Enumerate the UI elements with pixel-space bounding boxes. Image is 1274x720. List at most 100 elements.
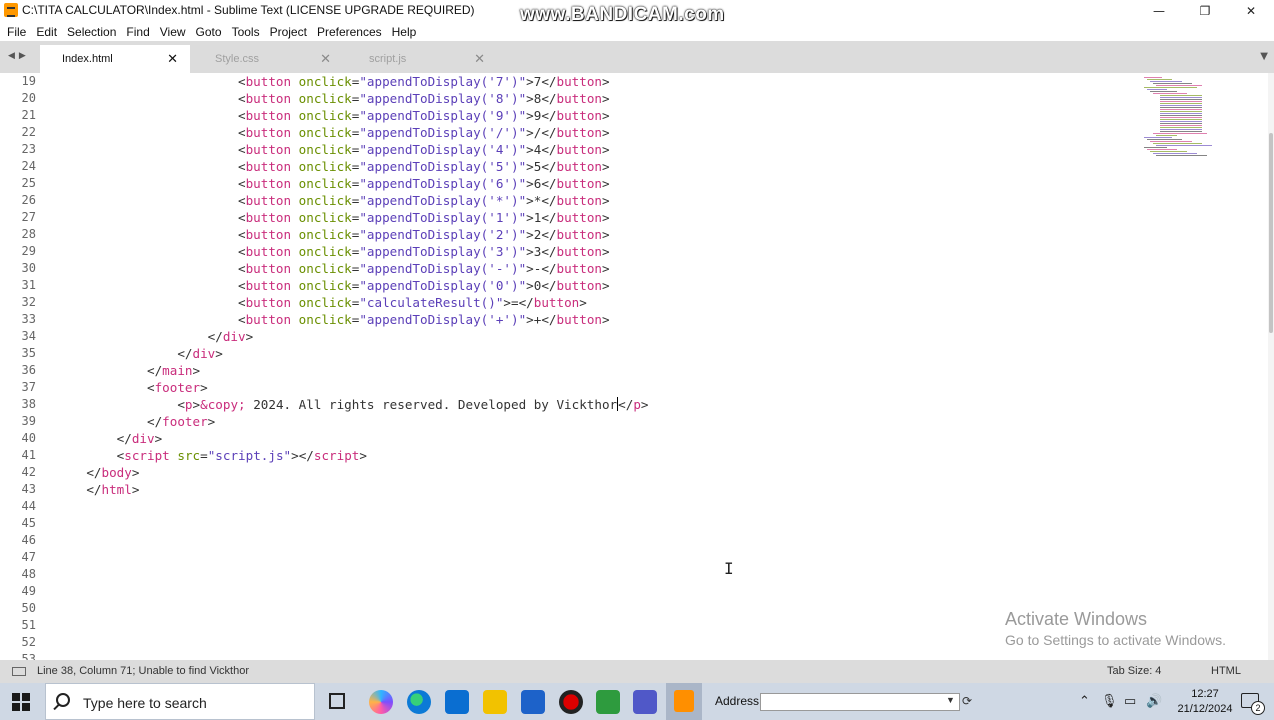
syntax-selector[interactable]: HTML: [1211, 665, 1241, 677]
minimap-line: [1160, 111, 1202, 112]
code-line[interactable]: </body>: [56, 464, 139, 481]
microphone-icon[interactable]: 🎙: [1101, 693, 1118, 709]
code-editor[interactable]: 19 20 21 22 23 24 25 26 27 28 29 30 31 32 33 34 35 36 37 38…: [0, 73, 1274, 660]
line-number: 45: [21, 516, 36, 530]
show-hidden-icons-icon[interactable]: ⌃: [1079, 693, 1090, 709]
code-line[interactable]: </div>: [56, 328, 254, 345]
code-line[interactable]: <button onclick="appendToDisplay('-')">-…: [56, 260, 610, 277]
code-token-tag: button: [556, 91, 603, 106]
tab-style-css[interactable]: Style.css ✕: [193, 45, 343, 73]
code-line[interactable]: <button onclick="appendToDisplay('1')">1…: [56, 209, 610, 226]
code-line[interactable]: <button onclick="appendToDisplay('+')">+…: [56, 311, 610, 328]
code-token-punct: <: [177, 397, 185, 412]
volume-icon[interactable]: 🔊: [1146, 693, 1162, 709]
sublime-taskbar-button[interactable]: [666, 683, 702, 720]
code-line[interactable]: </main>: [56, 362, 200, 379]
code-line[interactable]: <button onclick="appendToDisplay('4')">4…: [56, 141, 610, 158]
microsoft-store-icon[interactable]: [521, 690, 545, 714]
code-line[interactable]: </footer>: [56, 413, 215, 430]
address-dropdown-icon[interactable]: ▼: [946, 695, 955, 705]
scroll-thumb[interactable]: [1269, 133, 1273, 333]
code-line[interactable]: <button onclick="appendToDisplay('7')">7…: [56, 73, 610, 90]
code-token-tag: button: [245, 227, 292, 242]
window-controls: — ❐ ✕: [1136, 0, 1274, 22]
code-token-attr: onclick: [298, 312, 352, 327]
minimap-line: [1160, 119, 1202, 120]
code-line[interactable]: <button onclick="calculateResult()">=</b…: [56, 294, 587, 311]
code-token-tag: footer: [162, 414, 208, 429]
menu-help[interactable]: Help: [387, 25, 422, 39]
code-token-tag: button: [556, 244, 603, 259]
code-line[interactable]: </html>: [56, 481, 139, 498]
code-token-punct: >: [602, 108, 610, 123]
tab-label: Index.html: [62, 53, 113, 65]
code-line[interactable]: <script src="script.js"></script>: [56, 447, 367, 464]
minimize-button[interactable]: —: [1136, 0, 1182, 22]
code-line[interactable]: <button onclick="appendToDisplay('2')">2…: [56, 226, 610, 243]
teams-icon[interactable]: [633, 690, 657, 714]
address-label: Address: [715, 694, 760, 708]
address-input[interactable]: [760, 693, 960, 711]
code-line[interactable]: </div>: [56, 430, 163, 447]
code-line[interactable]: <p>&copy; 2024. All rights reserved. Dev…: [56, 396, 649, 413]
menu-selection[interactable]: Selection: [62, 25, 121, 39]
code-line[interactable]: <footer>: [56, 379, 208, 396]
code-line[interactable]: <button onclick="appendToDisplay('*')">*…: [56, 192, 610, 209]
code-line[interactable]: </div>: [56, 345, 223, 362]
tab-size-selector[interactable]: Tab Size: 4: [1107, 665, 1161, 677]
code-token-str: "appendToDisplay('0')": [359, 278, 527, 293]
mail-icon[interactable]: [445, 690, 469, 714]
code-token-punct: >: [200, 380, 208, 395]
battery-icon[interactable]: ▭: [1124, 693, 1136, 709]
tab-dropdown-icon[interactable]: ▼: [1260, 51, 1268, 62]
code-token-punct: >*</: [526, 193, 557, 208]
code-token-punct: >=</: [503, 295, 534, 310]
bandicam-icon[interactable]: [559, 690, 583, 714]
close-button[interactable]: ✕: [1228, 0, 1274, 22]
tab-index-html[interactable]: Index.html ✕: [40, 45, 190, 73]
file-explorer-icon[interactable]: [483, 690, 507, 714]
tab-nav-arrows-icon[interactable]: ◀▶: [8, 51, 30, 61]
app-green-icon[interactable]: [596, 690, 620, 714]
menu-tools[interactable]: Tools: [227, 25, 265, 39]
code-line[interactable]: <button onclick="appendToDisplay('8')">8…: [56, 90, 610, 107]
system-clock[interactable]: 12:27 21/12/2024: [1170, 687, 1240, 717]
vertical-scrollbar[interactable]: [1268, 73, 1274, 660]
tab-close-icon[interactable]: ✕: [167, 51, 178, 67]
copilot-icon[interactable]: [369, 690, 393, 714]
code-line[interactable]: <button onclick="appendToDisplay('5')">5…: [56, 158, 610, 175]
minimap-line: [1144, 77, 1162, 78]
tab-close-icon[interactable]: ✕: [474, 51, 485, 67]
panel-toggle-icon[interactable]: [12, 667, 26, 676]
code-line[interactable]: <button onclick="appendToDisplay('3')">3…: [56, 243, 610, 260]
task-view-icon[interactable]: [329, 693, 345, 709]
menu-preferences[interactable]: Preferences: [312, 25, 387, 39]
code-line[interactable]: <button onclick="appendToDisplay('9')">9…: [56, 107, 610, 124]
code-line[interactable]: <button onclick="appendToDisplay('/')">/…: [56, 124, 610, 141]
menu-edit[interactable]: Edit: [31, 25, 62, 39]
maximize-button[interactable]: ❐: [1182, 0, 1228, 22]
line-number: 43: [21, 482, 36, 496]
menu-project[interactable]: Project: [265, 25, 312, 39]
menu-bar: File Edit Selection Find View Goto Tools…: [0, 22, 1274, 41]
code-line[interactable]: <button onclick="appendToDisplay('6')">6…: [56, 175, 610, 192]
tab-script-js[interactable]: script.js ✕: [347, 45, 497, 73]
windows-start-icon[interactable]: [12, 693, 30, 711]
menu-find[interactable]: Find: [121, 25, 154, 39]
menu-goto[interactable]: Goto: [191, 25, 227, 39]
code-line[interactable]: <button onclick="appendToDisplay('0')">0…: [56, 277, 610, 294]
menu-file[interactable]: File: [2, 25, 31, 39]
taskbar-search-box[interactable]: Type here to search: [45, 683, 315, 720]
menu-view[interactable]: View: [155, 25, 191, 39]
address-go-icon[interactable]: ⟳: [962, 694, 972, 708]
tab-close-icon[interactable]: ✕: [320, 51, 331, 67]
code-token-attr: onclick: [298, 210, 352, 225]
minimap[interactable]: [1140, 73, 1230, 163]
edge-browser-icon[interactable]: [407, 690, 431, 714]
